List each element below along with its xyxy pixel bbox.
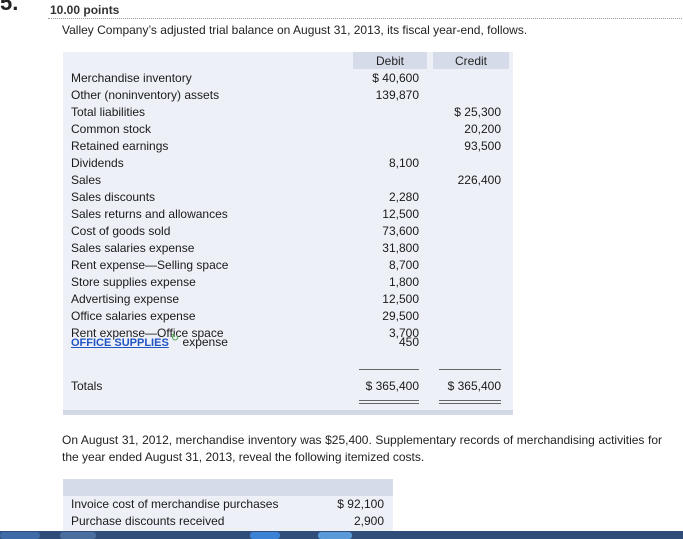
costs-header-bar xyxy=(63,479,393,496)
debit-cell: 2,280 xyxy=(388,190,419,204)
table-row: Total liabilities $ 25,300 xyxy=(63,104,513,121)
table-row: Common stock 20,200 xyxy=(63,121,513,138)
row-label: Other (noninventory) assets xyxy=(71,88,220,102)
debit-cell: 31,800 xyxy=(382,241,419,255)
table-row: Store supplies expense 1,800 xyxy=(63,274,513,291)
edit-pencil-icon[interactable]: ↻ xyxy=(171,333,179,344)
table-row: Cost of goods sold 73,600 xyxy=(63,223,513,240)
cost-row: Purchase discounts received 2,900 xyxy=(63,513,393,530)
itemized-costs-table: Invoice cost of merchandise purchases $ 9… xyxy=(63,479,393,539)
credit-total-rule xyxy=(439,369,501,370)
row-label: Dividends xyxy=(71,156,124,170)
debit-cell: 8,100 xyxy=(388,156,419,170)
credit-cell: $ 25,300 xyxy=(454,105,501,119)
credit-header: Credit xyxy=(454,54,487,68)
row-label: Sales returns and allowances xyxy=(71,207,228,221)
row-label: Sales xyxy=(71,173,102,187)
table-row: Other (noninventory) assets 139,870 xyxy=(63,87,513,104)
table-row: Advertising expense 12,500 xyxy=(63,291,513,308)
row-label: Retained earnings xyxy=(71,139,169,153)
row-label: Merchandise inventory xyxy=(71,71,192,85)
row-label: Sales discounts xyxy=(71,190,156,204)
credit-cell: 226,400 xyxy=(457,173,501,187)
taskbar-app-button[interactable] xyxy=(250,532,280,539)
cost-label: Purchase discounts received xyxy=(71,514,225,528)
table-row: Sales salaries expense 31,800 xyxy=(63,240,513,257)
debit-cell: 1,800 xyxy=(388,275,419,289)
credit-header-cell: Credit xyxy=(433,52,509,69)
debit-cell: 139,870 xyxy=(375,88,419,102)
table-row-office-supplies: OFFICE SUPPLIES ↻ expense 450 xyxy=(63,333,513,351)
table-row: Sales 226,400 xyxy=(63,172,513,189)
row-label: OFFICE SUPPLIES ↻ expense xyxy=(71,333,228,349)
row-label: Sales salaries expense xyxy=(71,241,195,255)
table-row: Sales discounts 2,280 xyxy=(63,189,513,206)
debit-total-rule xyxy=(359,369,419,370)
cost-label: Invoice cost of merchandise purchases xyxy=(71,497,279,511)
cost-row: Invoice cost of merchandise purchases $ 9… xyxy=(63,496,393,513)
trial-balance-table: Debit Credit Merchandise inventory $ 40,6… xyxy=(63,52,513,415)
table-footer-bar xyxy=(63,410,513,415)
credit-cell: 20,200 xyxy=(464,122,501,136)
table-row: Office salaries expense 29,500 xyxy=(63,308,513,325)
table-row: Retained earnings 93,500 xyxy=(63,138,513,155)
row-label: Advertising expense xyxy=(71,292,180,306)
row-label: Rent expense—Selling space xyxy=(71,258,229,272)
office-supplies-link[interactable]: OFFICE SUPPLIES xyxy=(71,337,169,349)
debit-cell: $ 40,600 xyxy=(372,71,419,85)
question-points: 10.00 points xyxy=(50,3,120,17)
question-prompt: Valley Company’s adjusted trial balance … xyxy=(62,23,528,37)
debit-double-rule xyxy=(359,400,419,404)
credit-cell: 93,500 xyxy=(464,139,501,153)
table-row: Dividends 8,100 xyxy=(63,155,513,172)
supplementary-paragraph: On August 31, 2012, merchandise inventor… xyxy=(62,433,662,464)
taskbar-app-button[interactable] xyxy=(60,532,96,539)
debit-cell: 450 xyxy=(398,335,419,349)
table-row: Sales returns and allowances 12,500 xyxy=(63,206,513,223)
row-label: Total liabilities xyxy=(71,105,146,119)
debit-cell: 29,500 xyxy=(382,309,419,323)
row-label: Cost of goods sold xyxy=(71,224,171,238)
cost-value: 2,900 xyxy=(353,514,384,528)
taskbar xyxy=(0,531,683,539)
debit-cell: 12,500 xyxy=(382,207,419,221)
debit-cell: 12,500 xyxy=(382,292,419,306)
question-number: 5. xyxy=(0,0,19,15)
debit-cell: 73,600 xyxy=(382,224,419,238)
taskbar-app-button[interactable] xyxy=(318,532,352,539)
totals-label: Totals xyxy=(71,379,103,393)
start-button[interactable] xyxy=(0,532,40,539)
cost-value: $ 92,100 xyxy=(337,497,384,511)
debit-total: $ 365,400 xyxy=(365,379,419,393)
row-label: Store supplies expense xyxy=(71,275,196,289)
debit-cell: 8,700 xyxy=(388,258,419,272)
debit-header-cell: Debit xyxy=(353,52,427,69)
row-label: Office salaries expense xyxy=(71,309,196,323)
table-row: Merchandise inventory $ 40,600 xyxy=(63,70,513,87)
credit-total: $ 365,400 xyxy=(447,379,501,393)
row-label-suffix: expense xyxy=(182,335,228,349)
totals-row: Totals $ 365,400 $ 365,400 xyxy=(63,378,513,395)
debit-header: Debit xyxy=(375,54,404,68)
divider xyxy=(48,18,682,19)
row-label: Common stock xyxy=(71,122,152,136)
table-row: Rent expense—Selling space 8,700 xyxy=(63,257,513,274)
credit-double-rule xyxy=(439,400,501,404)
